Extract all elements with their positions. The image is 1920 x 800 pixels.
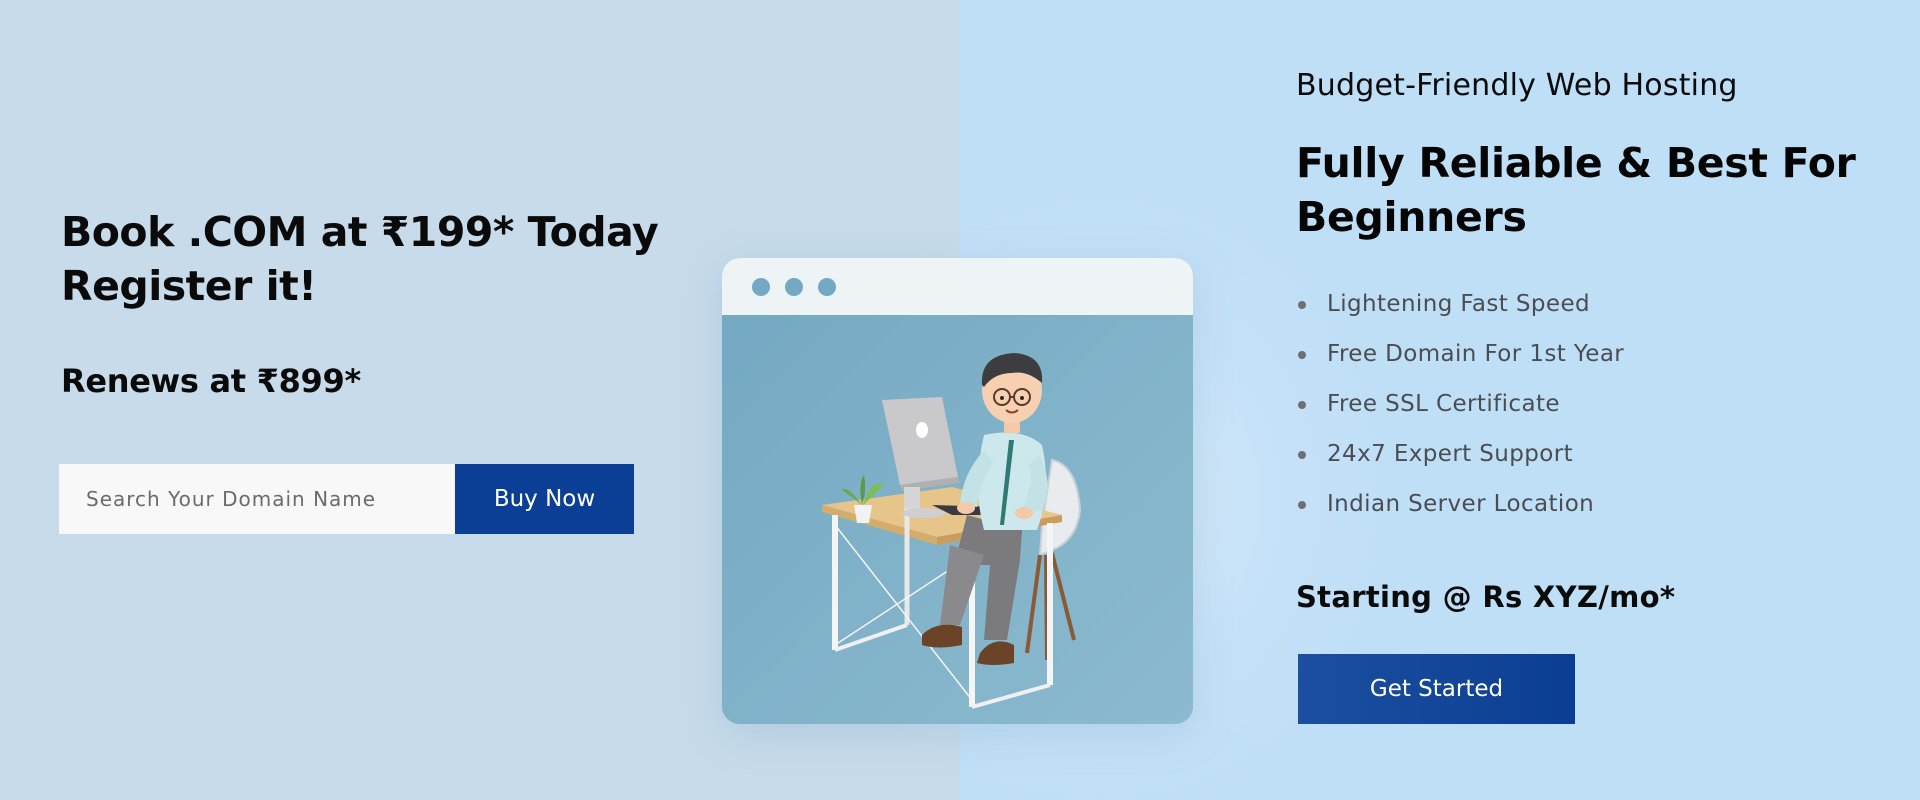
feature-item: 24x7 Expert Support	[1296, 434, 1624, 484]
hosting-kicker: Budget-Friendly Web Hosting	[1296, 68, 1738, 103]
bullet-icon	[1298, 301, 1306, 309]
headline-line-2: Register it!	[61, 262, 317, 310]
window-dot-icon	[785, 278, 803, 296]
hosting-title: Fully Reliable & Best For Beginners	[1296, 136, 1896, 244]
bullet-icon	[1298, 401, 1306, 409]
buy-now-button[interactable]: Buy Now	[455, 464, 634, 534]
bullet-icon	[1298, 351, 1306, 359]
domain-offer-headline: Book .COM at ₹199* Today Register it!	[61, 205, 701, 313]
feature-label: 24x7 Expert Support	[1327, 441, 1574, 467]
feature-item: Free SSL Certificate	[1296, 384, 1624, 434]
domain-search-input[interactable]	[59, 464, 455, 534]
developer-at-computer-icon	[822, 353, 1082, 709]
domain-offer-section: Book .COM at ₹199* Today Register it!	[61, 205, 701, 313]
hosting-title-line-1: Fully Reliable & Best For	[1296, 139, 1856, 187]
feature-label: Lightening Fast Speed	[1327, 291, 1591, 317]
browser-title-bar	[722, 258, 1193, 315]
headline-line-1: Book .COM at ₹199* Today	[61, 208, 659, 256]
feature-label: Free SSL Certificate	[1327, 391, 1560, 417]
bullet-icon	[1298, 501, 1306, 509]
window-dot-icon	[752, 278, 770, 296]
feature-item: Lightening Fast Speed	[1296, 284, 1624, 334]
bullet-icon	[1298, 451, 1306, 459]
feature-item: Indian Server Location	[1296, 484, 1624, 534]
browser-window-illustration	[722, 258, 1193, 724]
feature-item: Free Domain For 1st Year	[1296, 334, 1624, 384]
domain-search-bar: Buy Now	[59, 464, 634, 534]
feature-label: Indian Server Location	[1327, 491, 1595, 517]
renewal-price: Renews at ₹899*	[61, 362, 361, 400]
hosting-feature-list: Lightening Fast Speed Free Domain For 1s…	[1296, 284, 1624, 534]
person-at-desk-illustration	[722, 315, 1193, 724]
starting-price: Starting @ Rs XYZ/mo*	[1296, 580, 1676, 614]
hosting-title-line-2: Beginners	[1296, 193, 1527, 241]
get-started-button[interactable]: Get Started	[1298, 654, 1575, 724]
feature-label: Free Domain For 1st Year	[1327, 341, 1625, 367]
window-dot-icon	[818, 278, 836, 296]
